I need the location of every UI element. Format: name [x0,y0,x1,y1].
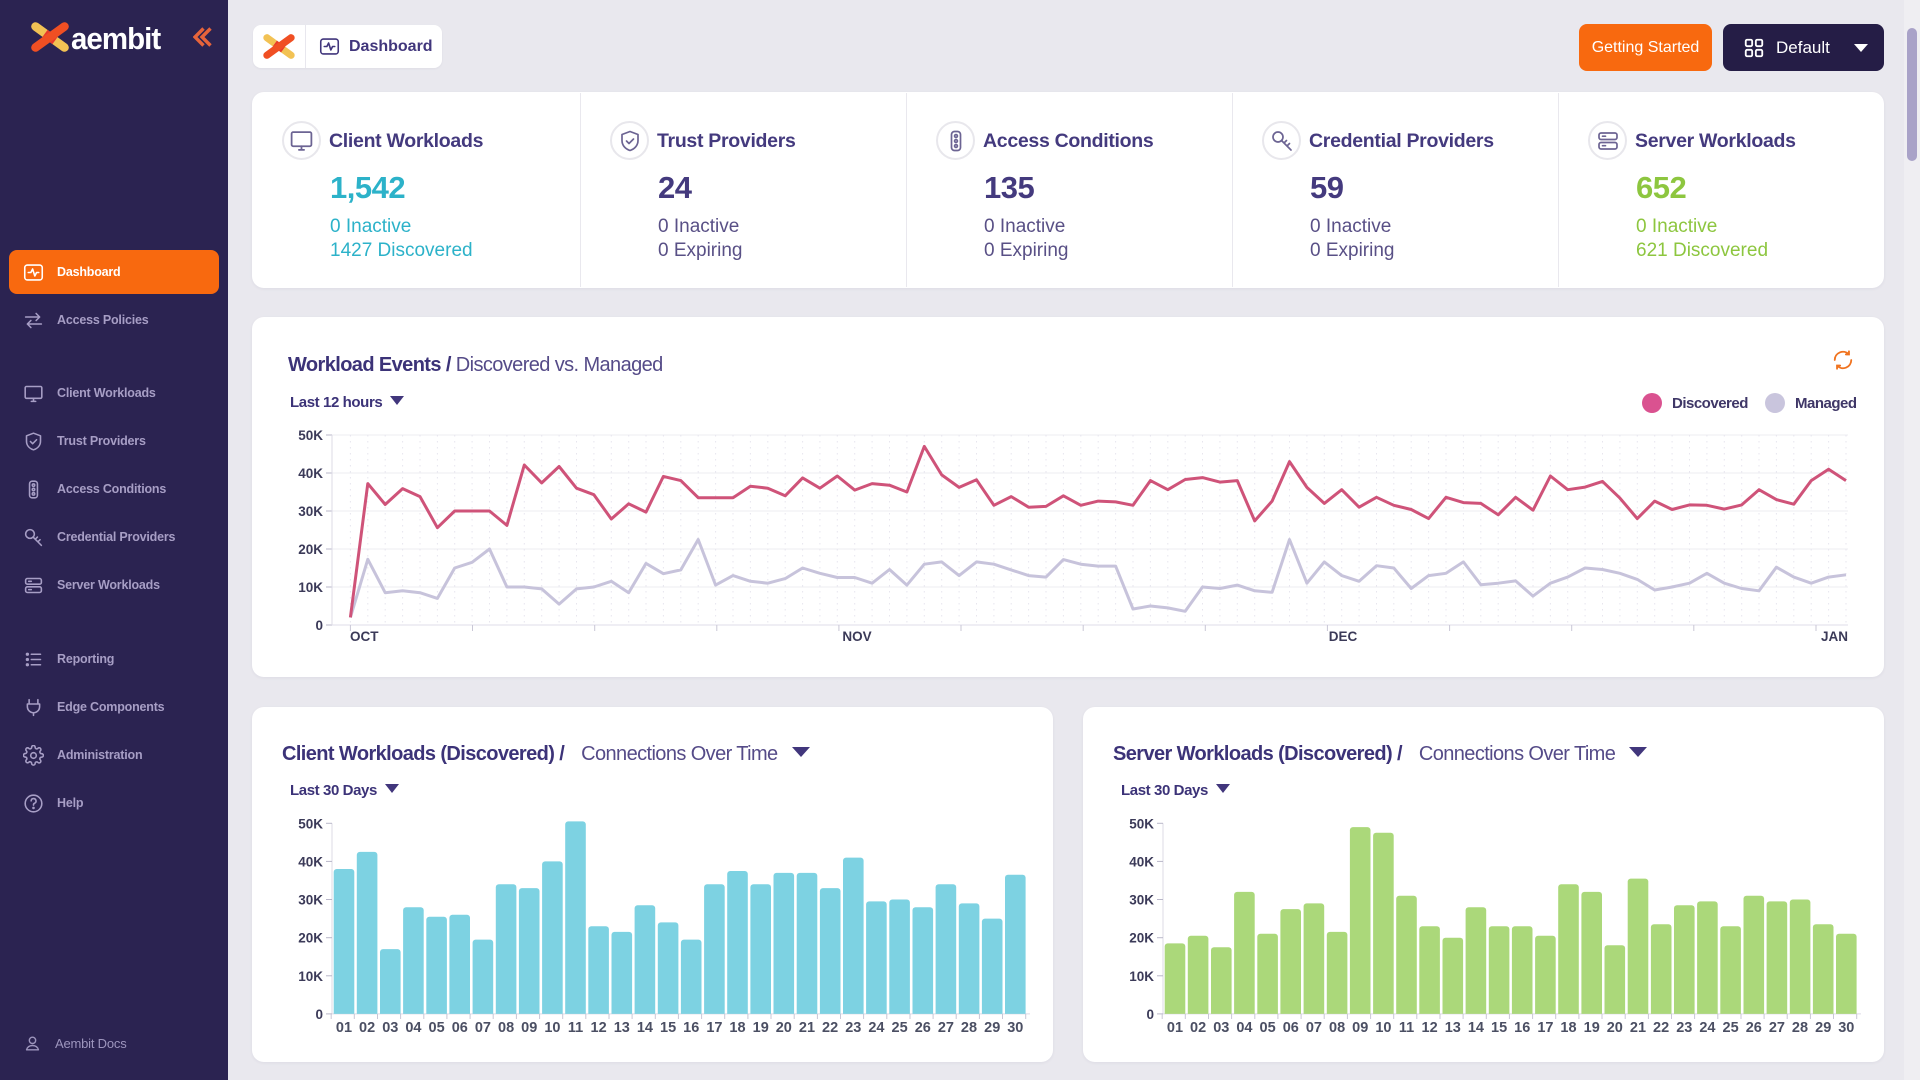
svg-text:40K: 40K [298,466,323,481]
svg-text:27: 27 [938,1020,954,1036]
svg-text:01: 01 [336,1020,352,1036]
svg-text:28: 28 [961,1020,977,1036]
svg-text:05: 05 [1260,1020,1276,1036]
svg-text:0: 0 [315,618,323,633]
svg-text:13: 13 [1445,1020,1461,1036]
svg-text:16: 16 [683,1020,699,1036]
svg-text:10: 10 [1375,1020,1391,1036]
svg-text:09: 09 [521,1020,537,1036]
svg-text:28: 28 [1792,1020,1808,1036]
svg-text:27: 27 [1769,1020,1785,1036]
svg-text:50K: 50K [1129,816,1154,831]
svg-text:NOV: NOV [842,629,871,644]
svg-text:26: 26 [1746,1020,1762,1036]
svg-text:24: 24 [868,1020,884,1036]
svg-text:40K: 40K [298,854,323,869]
svg-text:20K: 20K [298,542,323,557]
svg-text:16: 16 [1514,1020,1530,1036]
svg-text:13: 13 [614,1020,630,1036]
svg-text:15: 15 [1491,1020,1507,1036]
svg-text:12: 12 [591,1020,607,1036]
svg-text:40K: 40K [1129,854,1154,869]
svg-text:0: 0 [315,1007,323,1022]
svg-text:14: 14 [637,1020,653,1036]
svg-text:24: 24 [1699,1020,1715,1036]
svg-text:20K: 20K [298,931,323,946]
svg-text:17: 17 [706,1020,722,1036]
svg-text:19: 19 [1584,1020,1600,1036]
svg-text:21: 21 [799,1020,815,1036]
svg-text:14: 14 [1468,1020,1484,1036]
svg-text:05: 05 [429,1020,445,1036]
svg-text:21: 21 [1630,1020,1646,1036]
svg-text:10K: 10K [298,969,323,984]
svg-text:20: 20 [1607,1020,1623,1036]
svg-text:11: 11 [568,1020,583,1036]
svg-text:03: 03 [1213,1020,1229,1036]
svg-text:OCT: OCT [350,629,379,644]
svg-text:04: 04 [1236,1020,1252,1036]
svg-text:50K: 50K [298,816,323,831]
svg-text:30K: 30K [298,893,323,908]
svg-text:10K: 10K [298,580,323,595]
svg-text:29: 29 [984,1020,1000,1036]
svg-text:08: 08 [498,1020,514,1036]
svg-text:25: 25 [892,1020,908,1036]
svg-text:30K: 30K [298,504,323,519]
svg-text:22: 22 [1653,1020,1669,1036]
svg-text:25: 25 [1723,1020,1739,1036]
svg-text:23: 23 [845,1020,861,1036]
svg-text:19: 19 [753,1020,769,1036]
svg-text:20K: 20K [1129,931,1154,946]
svg-text:02: 02 [1190,1020,1206,1036]
svg-text:18: 18 [1560,1020,1576,1036]
svg-text:06: 06 [452,1020,468,1036]
svg-text:12: 12 [1422,1020,1438,1036]
svg-text:0: 0 [1146,1007,1154,1022]
svg-text:JAN: JAN [1821,629,1848,644]
svg-text:09: 09 [1352,1020,1368,1036]
svg-text:18: 18 [729,1020,745,1036]
svg-text:30: 30 [1007,1020,1023,1036]
svg-text:04: 04 [405,1020,421,1036]
svg-text:30: 30 [1838,1020,1854,1036]
svg-text:20: 20 [776,1020,792,1036]
svg-text:06: 06 [1283,1020,1299,1036]
svg-text:29: 29 [1815,1020,1831,1036]
svg-text:07: 07 [475,1020,491,1036]
svg-text:07: 07 [1306,1020,1322,1036]
svg-text:15: 15 [660,1020,676,1036]
svg-text:01: 01 [1167,1020,1183,1036]
svg-text:50K: 50K [298,428,323,443]
svg-text:03: 03 [382,1020,398,1036]
svg-text:22: 22 [822,1020,838,1036]
svg-text:30K: 30K [1129,893,1154,908]
svg-text:DEC: DEC [1329,629,1358,644]
svg-text:10: 10 [544,1020,560,1036]
svg-text:23: 23 [1676,1020,1692,1036]
svg-text:17: 17 [1537,1020,1553,1036]
svg-text:08: 08 [1329,1020,1345,1036]
svg-text:02: 02 [359,1020,375,1036]
svg-text:11: 11 [1399,1020,1414,1036]
svg-text:26: 26 [915,1020,931,1036]
svg-text:10K: 10K [1129,969,1154,984]
